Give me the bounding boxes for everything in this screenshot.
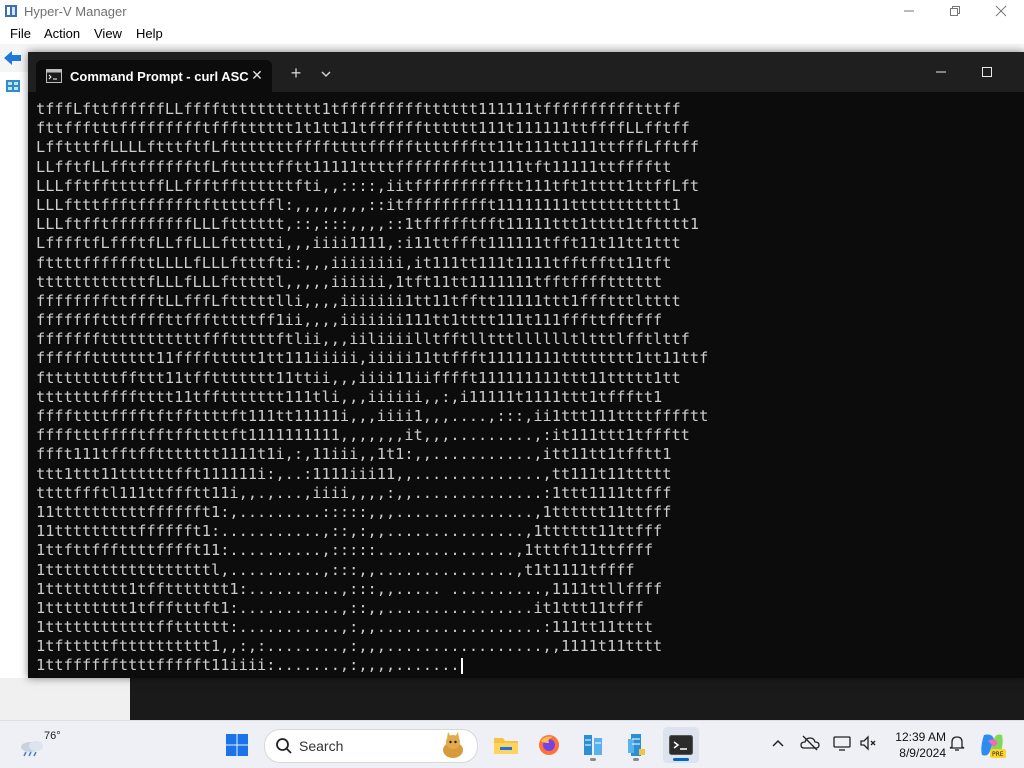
terminal-line: 1ttttttttt1tffttttttt1:..........,:::,,.… [36,579,663,598]
display-icon[interactable] [832,733,852,753]
terminal-icon [669,735,693,755]
terminal-line: fttttffffffttLLLLfLLLftttfti:,,,iiiiiiii… [36,253,672,272]
hyperv-menubar: File Action View Help [0,22,1024,44]
terminal-line: ffft111tfftffttttttt1111t1i,:,11iii,,1t1… [36,445,672,464]
app-running-indicator [590,758,596,761]
chevron-up-icon[interactable] [768,733,788,753]
terminal-line: ffffffttttttt11ffffttttt1tt111iiiii,iiii… [36,349,709,368]
close-icon [995,5,1007,17]
terminal-line: ffffffftttffffttffftttttff1ii,,,,iiiiiii… [36,311,663,330]
menu-help[interactable]: Help [136,26,163,41]
clock-time: 12:39 AM [895,730,946,744]
terminal-line: fttttttttffttt11tffttttttt11ttii,,,iiii1… [36,368,681,387]
hyperv-tree-root-icon[interactable] [5,78,21,94]
terminal-tab-bar[interactable]: Command Prompt - curl ASC ✕ + [28,52,1024,92]
taskbar-firefox[interactable] [531,727,567,763]
terminal-line: fttffftttffffffffftffftttttt1t1tt11tffff… [36,119,690,138]
terminal-maximize-button[interactable] [964,52,1010,92]
terminal-tab-active[interactable]: Command Prompt - curl ASC ✕ [36,60,272,92]
menu-file[interactable]: File [10,26,31,41]
terminal-line: ttttttttttttfLLLfLLLftttttl,,,,,iiiiii,1… [36,272,663,291]
onedrive-cloud-icon[interactable] [800,733,820,753]
copilot-preview-icon[interactable]: PRE [978,731,1006,759]
terminal-window: Command Prompt - curl ASC ✕ + tfffLfttff… [28,52,1024,678]
hyperv-window-title: Hyper-V Manager [24,4,127,19]
terminal-line: 1ttfttfffttttfffft11:..........,:::::...… [36,541,654,560]
terminal-line: LLLfftffttttffLLffftffttttttfti,,::::,ii… [36,176,700,195]
hyperv-close-button[interactable] [978,0,1024,22]
terminal-line: ffffffftttttttttttffftttttftlii,,,iiliii… [36,330,690,349]
app-active-indicator [673,758,689,761]
hyperv-minimize-button[interactable] [886,0,932,22]
weather-widget[interactable]: 76° [14,729,64,761]
chevron-down-icon[interactable] [318,66,334,82]
taskbar-hyperv-app[interactable] [575,727,611,763]
weather-temperature: 76° [44,730,61,742]
search-label: Search [299,738,344,754]
terminal-line: LfftttffLLLLftttftfLftttttttffffttttffff… [36,138,700,157]
taskbar-terminal[interactable] [663,727,699,763]
firefox-icon [539,735,559,755]
start-button[interactable] [219,727,255,763]
back-arrow-icon[interactable] [4,50,22,66]
minimize-icon [936,71,946,73]
terminal-line: LLLftfftfffffffffLLLftttttt,::,:::,,,,::… [36,215,700,234]
hyperv-tree-pane [0,72,29,698]
svg-text:PRE: PRE [992,751,1004,758]
cat-illustration-icon [443,732,463,758]
menu-action[interactable]: Action [44,26,80,41]
taskbar-file-explorer[interactable] [488,727,524,763]
search-icon [276,738,292,754]
terminal-line: 11ttttttttttfffffft1:,.........:::::,,,.… [36,502,672,521]
new-tab-button[interactable]: + [286,64,306,84]
maximize-icon [982,67,992,77]
terminal-line-last: 1ttffffffttttffffft11iiii:.......,:,,,,.… [36,656,708,675]
terminal-line: ttt1ttt11ttttttfft111111i:,..:1111iii11,… [36,464,672,483]
hyperv-status-area [0,678,131,720]
clock-date: 8/9/2024 [899,746,946,760]
terminal-line: 1ttttttttt1tffftttft1:...........,::,,..… [36,598,644,617]
text-cursor [460,657,463,674]
hyperv-restore-button[interactable] [932,0,978,22]
close-tab-button[interactable]: ✕ [248,66,266,84]
notification-bell-icon[interactable] [947,733,967,753]
volume-muted-icon[interactable] [858,733,878,753]
terminal-output-area[interactable]: tfffLfttffffffLLffffttttttttttt1tfffffff… [28,92,1024,678]
terminal-line: 11tttttttttfffffft1:...........,::,:,,..… [36,522,663,541]
terminal-line: 1ttttttttttttttttttl,..........,:::,,...… [36,560,635,579]
terminal-line-text: 1ttffffffttttffffft11iiii:.......,:,,,,.… [36,656,460,675]
background-region [130,678,1024,720]
terminal-line: 1tftttttftttttttttt1,,:,:........,:,,,..… [36,637,663,656]
server-stack-icon [584,735,602,755]
app-running-indicator [633,758,639,761]
terminal-tab-title: Command Prompt - curl ASC [70,69,249,84]
terminal-line: ffffttttfffftftffttttft111tt11111i,,,iii… [36,407,709,425]
folder-icon [494,738,518,754]
minimize-icon [904,10,914,12]
taskbar-search[interactable]: Search [264,729,478,763]
system-clock[interactable]: 12:39 AM 8/9/2024 [884,729,946,761]
terminal-line: tttttttfffftttt11tffttttttt111tli,,,iiii… [36,387,663,406]
restore-icon [950,6,960,16]
terminal-output-text: tfffLfttffffffLLffffttttttttttt1tfffffff… [36,100,708,676]
terminal-line: LLfftfLLfftfffffftfLftttttfftt11111ttttf… [36,157,672,176]
terminal-line: fffftttfffftfftffttttft1111111111,,,,,,,… [36,426,690,445]
terminal-line: ttttffftl111ttffftt11i,,.,...,iiii,,,,:,… [36,483,672,502]
terminal-minimize-button[interactable] [918,52,964,92]
hyperv-titlebar[interactable]: Hyper-V Manager [0,0,1024,22]
windows-logo-icon [226,734,248,756]
menu-view[interactable]: View [94,26,122,41]
taskbar-vm-connect[interactable] [618,727,654,763]
hyperv-app-icon [5,5,17,17]
terminal-line: tfffLfttffffffLLffffttttttttttt1tfffffff… [36,100,681,118]
terminal-line: ffffffffttffftLLfffLftttttlli,,,,iiiiiii… [36,291,681,310]
server-icon [628,734,645,756]
weather-rain-icon [21,741,43,757]
terminal-line: LfffftfLffftfLLffLLLfttttti,,,iiii1111,:… [36,234,681,253]
terminal-line: LLLftttffftfffffftftttttffl:,,,,,,,,::it… [36,195,681,214]
taskbar: 76° Search 12:39 AM 8/9/2024 PRE [0,720,1024,768]
terminal-line: 1ttttttttttttfftttttt:...........,:,,...… [36,618,654,637]
command-prompt-icon [46,69,62,83]
